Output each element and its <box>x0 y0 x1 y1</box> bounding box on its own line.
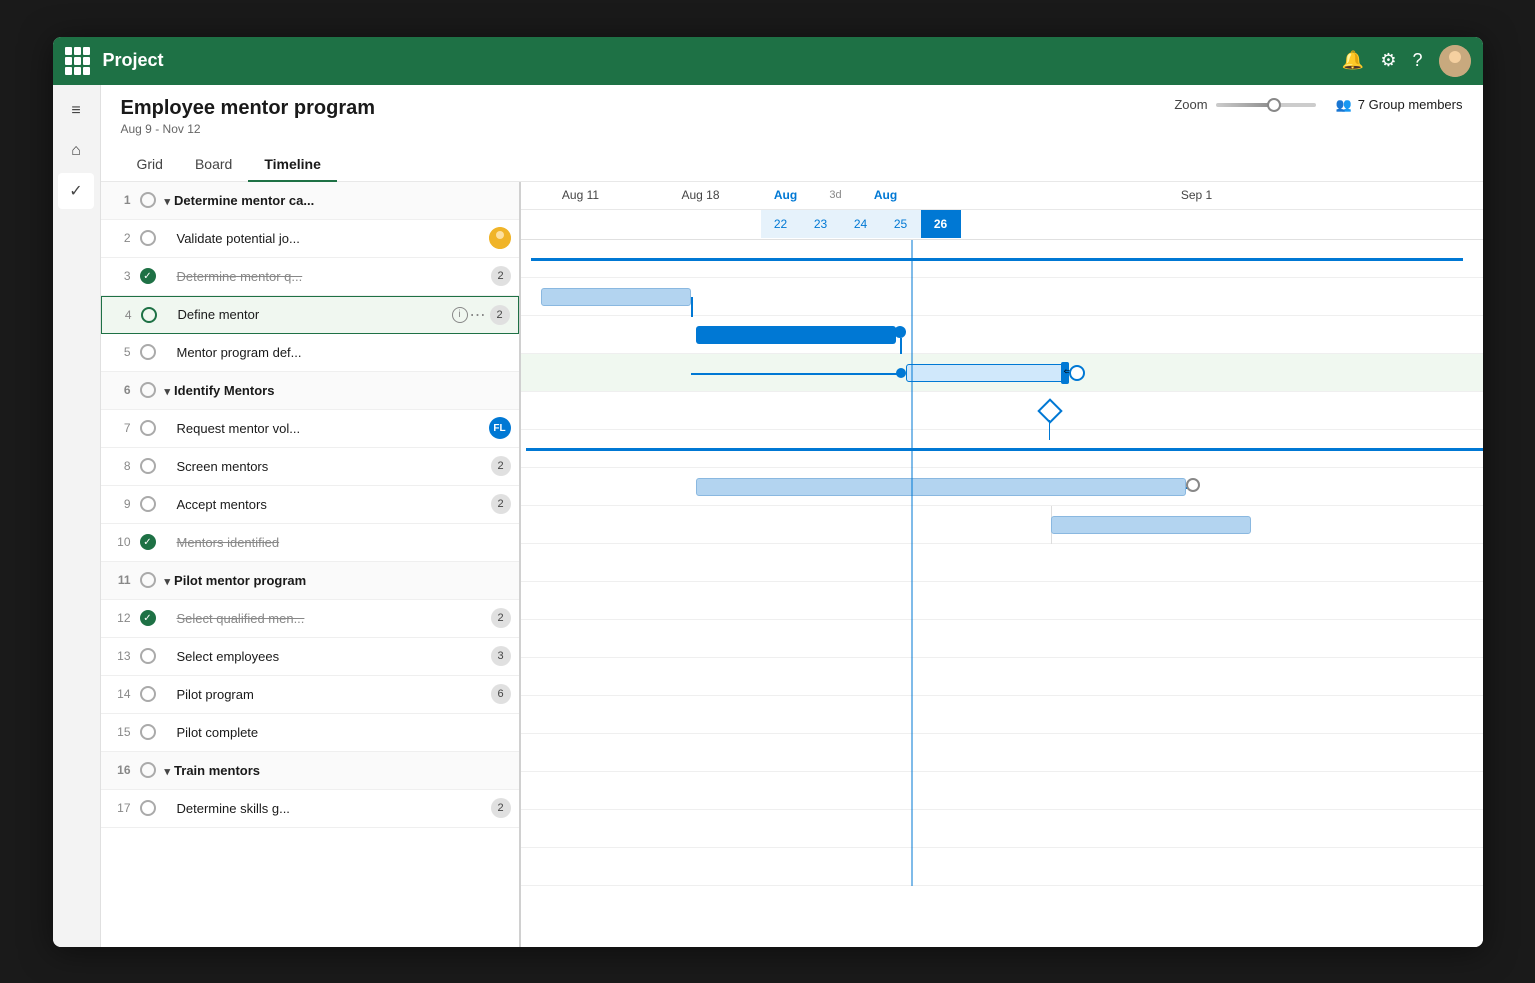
notification-icon[interactable]: 🔔 <box>1342 50 1364 71</box>
date-label-3d: 3d <box>811 189 861 201</box>
main-content: ≡ ⌂ ✓ Employee mentor program Aug 9 - No… <box>53 85 1483 947</box>
gantt-bar-1 <box>531 258 1463 261</box>
view-tabs: Grid Board Timeline <box>121 148 1463 181</box>
gantt-row-8 <box>521 506 1483 544</box>
gantt-milestone-5 <box>1037 398 1062 423</box>
table-row: 8 Screen mentors 2 <box>101 448 519 486</box>
gantt-row-14 <box>521 734 1483 772</box>
gantt-body: ⇔ <box>521 240 1483 886</box>
gantt-bar-7 <box>696 478 1186 496</box>
gantt-row-6 <box>521 430 1483 468</box>
app-title: Project <box>103 50 164 71</box>
avatar: FL <box>489 417 511 439</box>
sidebar-check-icon[interactable]: ✓ <box>58 173 94 209</box>
date-label-aug18: Aug 18 <box>641 188 761 202</box>
info-icon[interactable]: i <box>452 307 468 323</box>
table-row: 1 ▾Determine mentor ca... <box>101 182 519 220</box>
group-members-label: 7 Group members <box>1358 97 1463 112</box>
settings-icon[interactable]: ⚙ <box>1380 50 1396 71</box>
project-title: Employee mentor program <box>121 97 376 120</box>
table-row: 5 Mentor program def... <box>101 334 519 372</box>
top-bar-icons: 🔔 ⚙ ? <box>1342 45 1471 77</box>
zoom-control: Zoom <box>1174 97 1315 112</box>
task-table: 1 ▾Determine mentor ca... 2 Validate pot… <box>101 182 521 947</box>
table-row: 2 Validate potential jo... <box>101 220 519 258</box>
tab-timeline[interactable]: Timeline <box>248 148 337 182</box>
tab-grid[interactable]: Grid <box>121 148 179 182</box>
waffle-icon[interactable] <box>65 47 93 75</box>
gantt-bar-8 <box>1051 516 1251 534</box>
gantt-row-5 <box>521 392 1483 430</box>
table-row: 14 Pilot program 6 <box>101 676 519 714</box>
gantt-row-2 <box>521 278 1483 316</box>
sidebar-home-icon[interactable]: ⌂ <box>58 133 94 169</box>
gantt-bar-3 <box>696 326 896 344</box>
gantt-row-1 <box>521 240 1483 278</box>
gantt-row-11 <box>521 620 1483 658</box>
table-row: 6 ▾Identify Mentors <box>101 372 519 410</box>
date-25: 25 <box>881 210 921 238</box>
group-members[interactable]: 👥 7 Group members <box>1336 97 1463 113</box>
table-row: 7 Request mentor vol... FL <box>101 410 519 448</box>
avatar[interactable] <box>1439 45 1471 77</box>
today-line <box>911 240 913 886</box>
zoom-slider[interactable] <box>1216 103 1316 107</box>
date-label-sep1: Sep 1 <box>911 188 1483 202</box>
date-label-aug-month: Aug <box>761 188 811 202</box>
group-members-icon: 👥 <box>1336 97 1352 113</box>
gantt-bar-6 <box>526 448 1483 451</box>
table-row: 9 Accept mentors 2 <box>101 486 519 524</box>
date-label-aug11: Aug 11 <box>521 188 641 202</box>
gantt-row-17 <box>521 848 1483 886</box>
gantt-row-9 <box>521 544 1483 582</box>
gantt-row-4: ⇔ <box>521 354 1483 392</box>
gantt-row-7 <box>521 468 1483 506</box>
gantt-row-10 <box>521 582 1483 620</box>
top-bar: Project 🔔 ⚙ ? <box>53 37 1483 85</box>
header-right: Zoom 👥 7 Group members <box>1174 97 1462 113</box>
gantt-container: 1 ▾Determine mentor ca... 2 Validate pot… <box>101 182 1483 947</box>
date-22: 22 <box>761 210 801 238</box>
table-row: 16 ▾Train mentors <box>101 752 519 790</box>
table-row: 13 Select employees 3 <box>101 638 519 676</box>
tab-board[interactable]: Board <box>179 148 248 182</box>
timeline-area: Aug 11 Aug 18 Aug 3d Aug Sep 1 <box>521 182 1483 947</box>
gantt-bar-2 <box>541 288 691 306</box>
gantt-bar-4[interactable] <box>906 364 1066 382</box>
avatar <box>489 227 511 249</box>
sidebar-menu-icon[interactable]: ≡ <box>58 93 94 129</box>
project-header: Employee mentor program Aug 9 - Nov 12 Z… <box>101 85 1483 182</box>
table-row: 15 Pilot complete <box>101 714 519 752</box>
project-area: Employee mentor program Aug 9 - Nov 12 Z… <box>101 85 1483 947</box>
help-icon[interactable]: ? <box>1412 50 1422 71</box>
table-row: 10 ✓ Mentors identified <box>101 524 519 562</box>
sidebar-icons: ≡ ⌂ ✓ <box>53 85 101 947</box>
date-23: 23 <box>801 210 841 238</box>
more-icon[interactable]: ⋯ <box>470 305 486 325</box>
date-24: 24 <box>841 210 881 238</box>
gantt-row-3 <box>521 316 1483 354</box>
gantt-row-12 <box>521 658 1483 696</box>
table-row: 12 ✓ Select qualified men... 2 <box>101 600 519 638</box>
table-row[interactable]: 4 Define mentor i ⋯ 2 <box>101 296 519 334</box>
date-26: 26 <box>921 210 961 238</box>
zoom-label: Zoom <box>1174 97 1207 112</box>
resize-handle[interactable]: ⇔ <box>1061 362 1069 384</box>
date-label-aug2: Aug <box>861 188 911 202</box>
table-row: 17 Determine skills g... 2 <box>101 790 519 828</box>
table-row: 11 ▾Pilot mentor program <box>101 562 519 600</box>
gantt-row-15 <box>521 772 1483 810</box>
gantt-row-13 <box>521 696 1483 734</box>
project-dates: Aug 9 - Nov 12 <box>121 122 376 136</box>
gantt-row-16 <box>521 810 1483 848</box>
table-row: 3 ✓ Determine mentor q... 2 <box>101 258 519 296</box>
